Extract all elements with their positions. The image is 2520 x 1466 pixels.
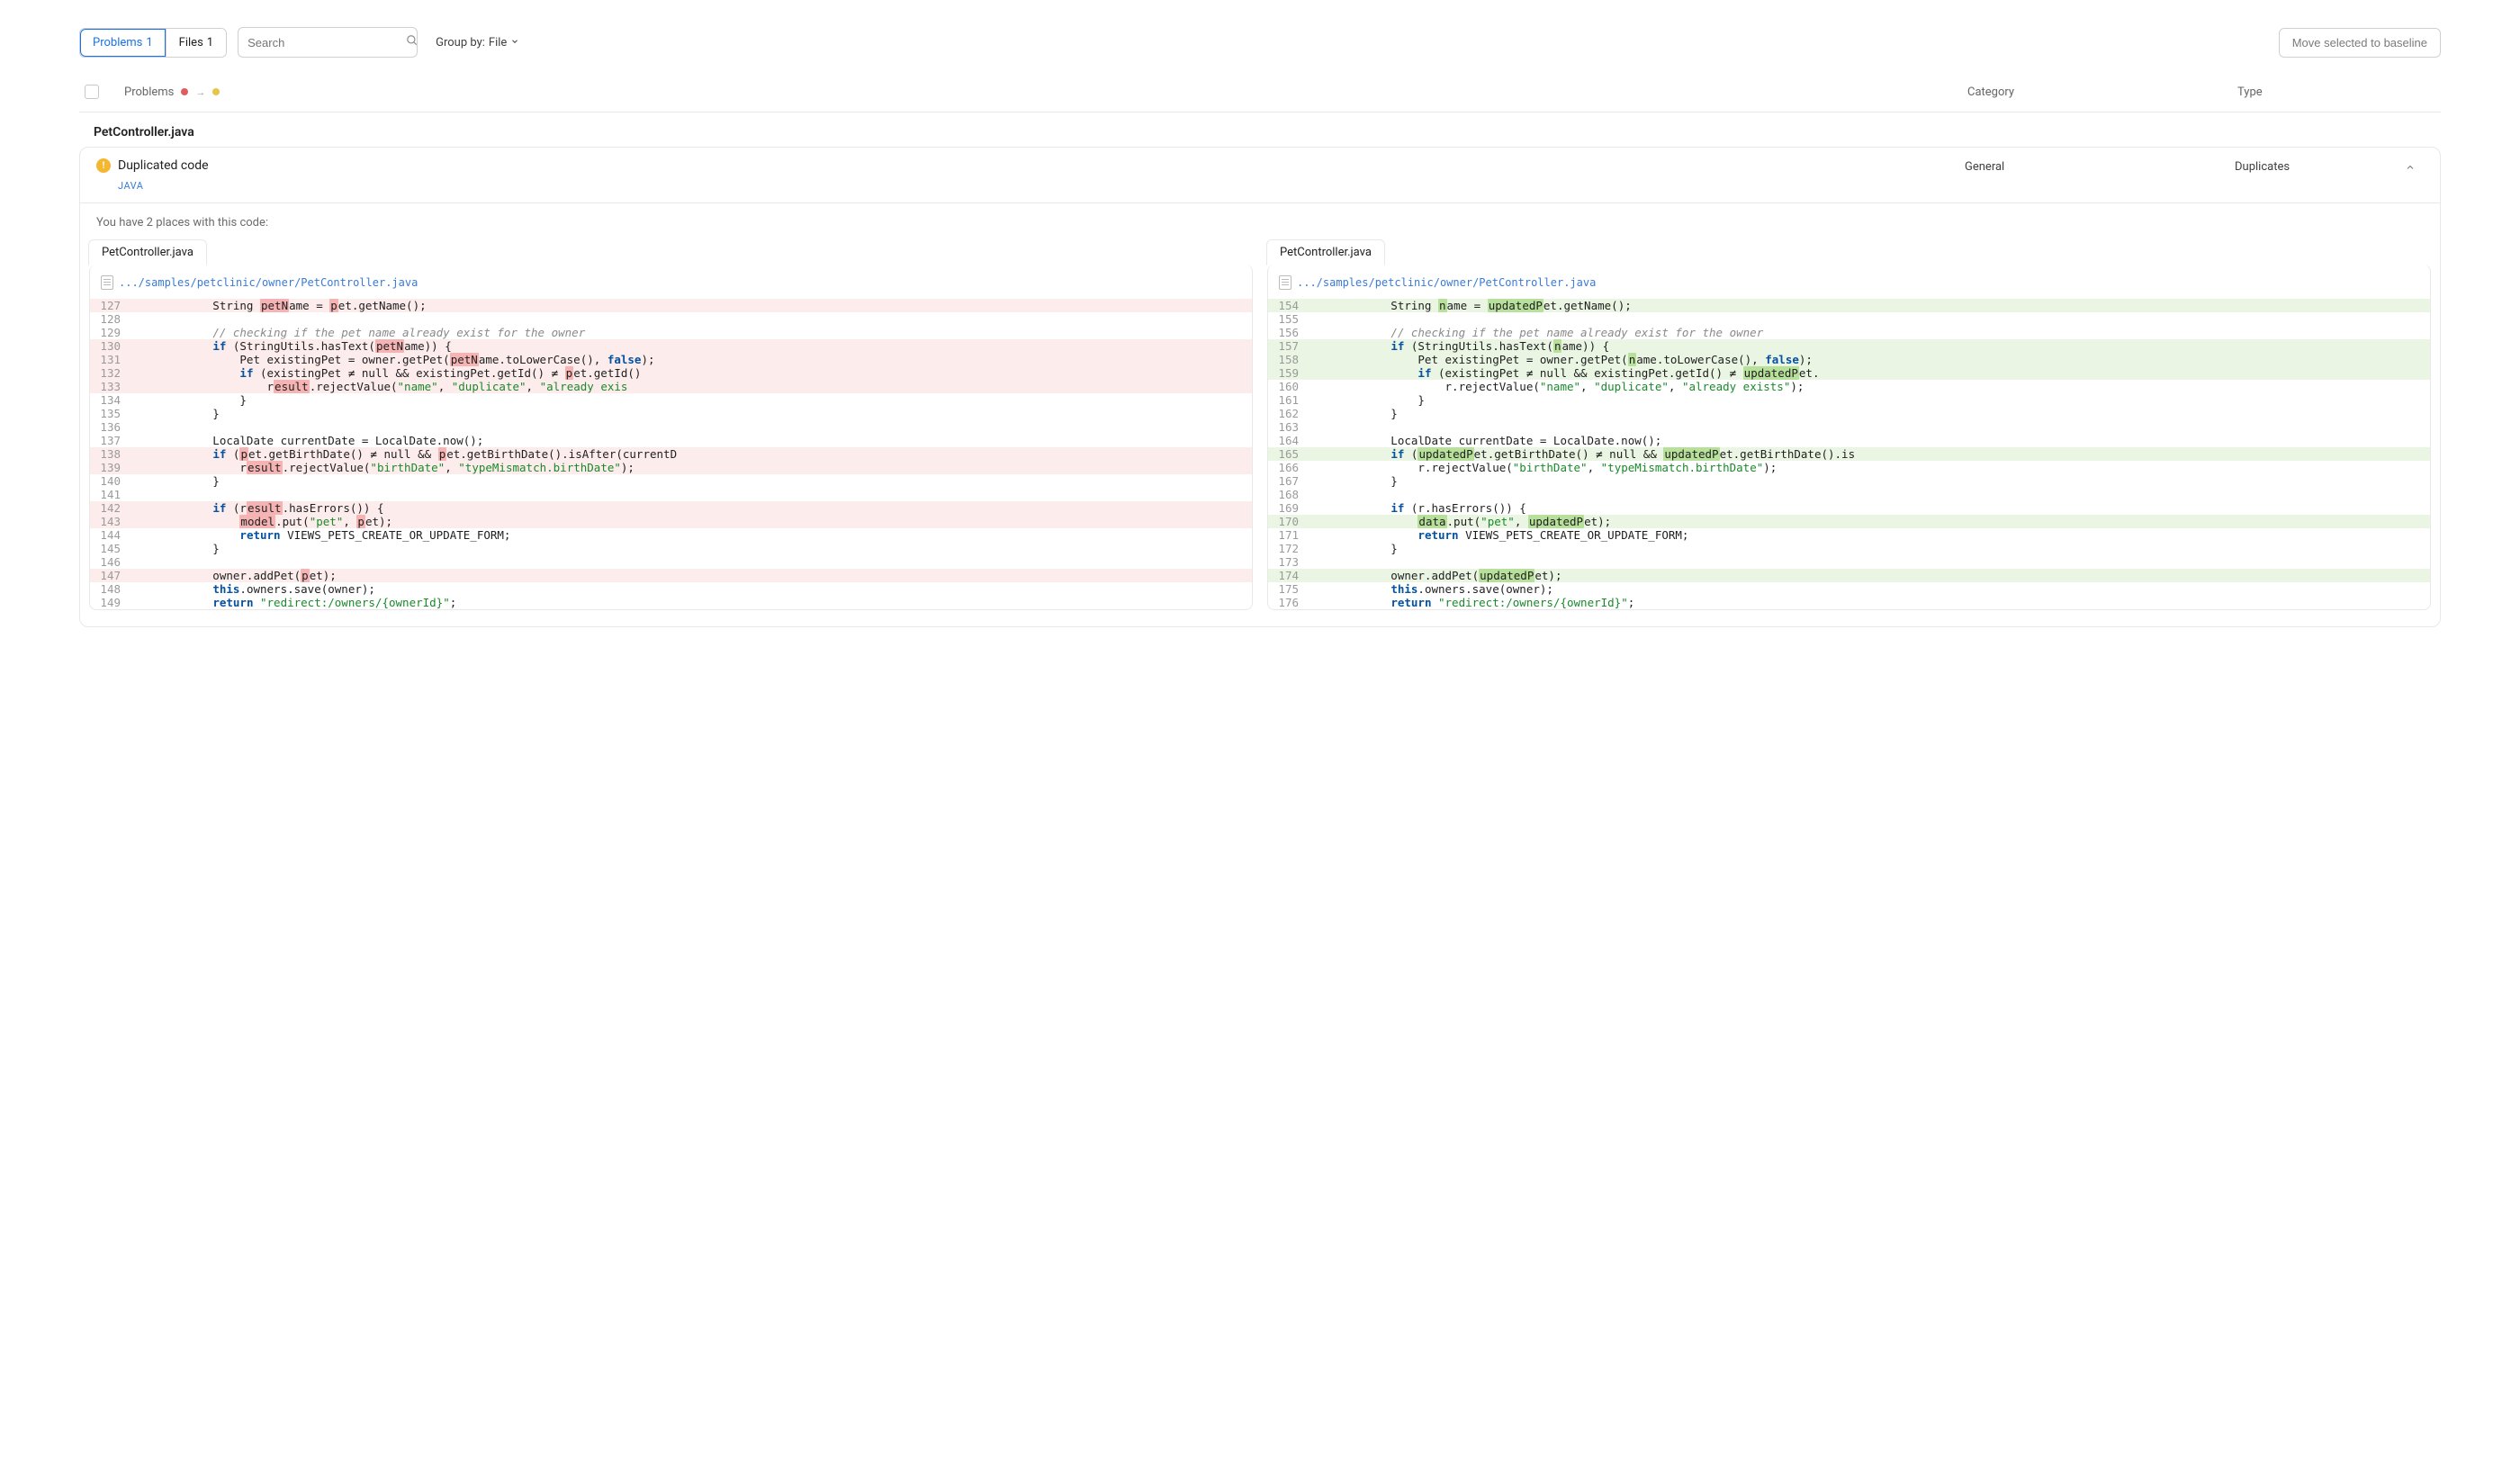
group-by-dropdown[interactable]: Group by: File	[428, 36, 519, 49]
search-input-wrap[interactable]	[238, 27, 418, 58]
chevron-up-icon	[2397, 158, 2424, 176]
diff-panes: PetController.java .../samples/petclinic…	[80, 238, 2440, 626]
issue-category: General	[1965, 158, 2235, 174]
issue-body: You have 2 places with this code: PetCon…	[80, 202, 2440, 626]
code-block-left: 127 String petName = pet.getName(); 128 …	[90, 299, 1252, 609]
issue-message: You have 2 places with this code:	[80, 203, 2440, 238]
group-by-value: File	[489, 36, 507, 49]
file-group-title: PetController.java	[79, 112, 2441, 147]
group-by-label: Group by:	[436, 36, 485, 49]
code-block-right: 154 String name = updatedPet.getName(); …	[1268, 299, 2430, 609]
search-input[interactable]	[248, 36, 406, 49]
pane-tab-left[interactable]: PetController.java	[88, 239, 207, 265]
diff-pane-left: PetController.java .../samples/petclinic…	[89, 238, 1253, 610]
header-problems: Problems	[124, 85, 174, 99]
severity-warning-icon	[212, 88, 220, 95]
diff-pane-right: PetController.java .../samples/petclinic…	[1267, 238, 2431, 610]
header-category: Category	[1967, 85, 2237, 99]
tab-problems[interactable]: Problems 1	[80, 29, 166, 57]
tab-files-count: 1	[207, 36, 213, 49]
tab-files[interactable]: Files 1	[166, 29, 226, 57]
toolbar: Problems 1 Files 1 Group by: File Move s…	[79, 27, 2441, 58]
pane-tab-right[interactable]: PetController.java	[1266, 239, 1385, 265]
table-header: Problems → Category Type	[79, 79, 2441, 112]
tab-files-label: Files	[179, 36, 203, 49]
file-path-link-left[interactable]: .../samples/petclinic/owner/PetControlle…	[119, 276, 418, 289]
file-icon	[1279, 275, 1292, 290]
warning-icon: !	[96, 158, 111, 173]
select-all-checkbox[interactable]	[85, 85, 99, 99]
issue-row: ! Duplicated code JAVA General Duplicate…	[79, 147, 2441, 627]
chevron-down-icon	[510, 36, 519, 49]
view-tabs: Problems 1 Files 1	[79, 28, 227, 58]
header-type: Type	[2237, 85, 2435, 99]
arrow-right-icon: →	[195, 86, 205, 98]
tab-problems-count: 1	[146, 36, 152, 49]
tab-problems-label: Problems	[93, 36, 142, 49]
issue-header[interactable]: ! Duplicated code JAVA General Duplicate…	[80, 148, 2440, 202]
move-to-baseline-button[interactable]: Move selected to baseline	[2279, 28, 2441, 58]
issue-title: Duplicated code	[118, 158, 209, 173]
severity-error-icon	[181, 88, 188, 95]
issue-type: Duplicates	[2235, 158, 2397, 174]
file-path-link-right[interactable]: .../samples/petclinic/owner/PetControlle…	[1297, 276, 1596, 289]
search-icon	[406, 34, 418, 50]
file-icon	[101, 275, 113, 290]
language-tag: JAVA	[118, 180, 1965, 192]
